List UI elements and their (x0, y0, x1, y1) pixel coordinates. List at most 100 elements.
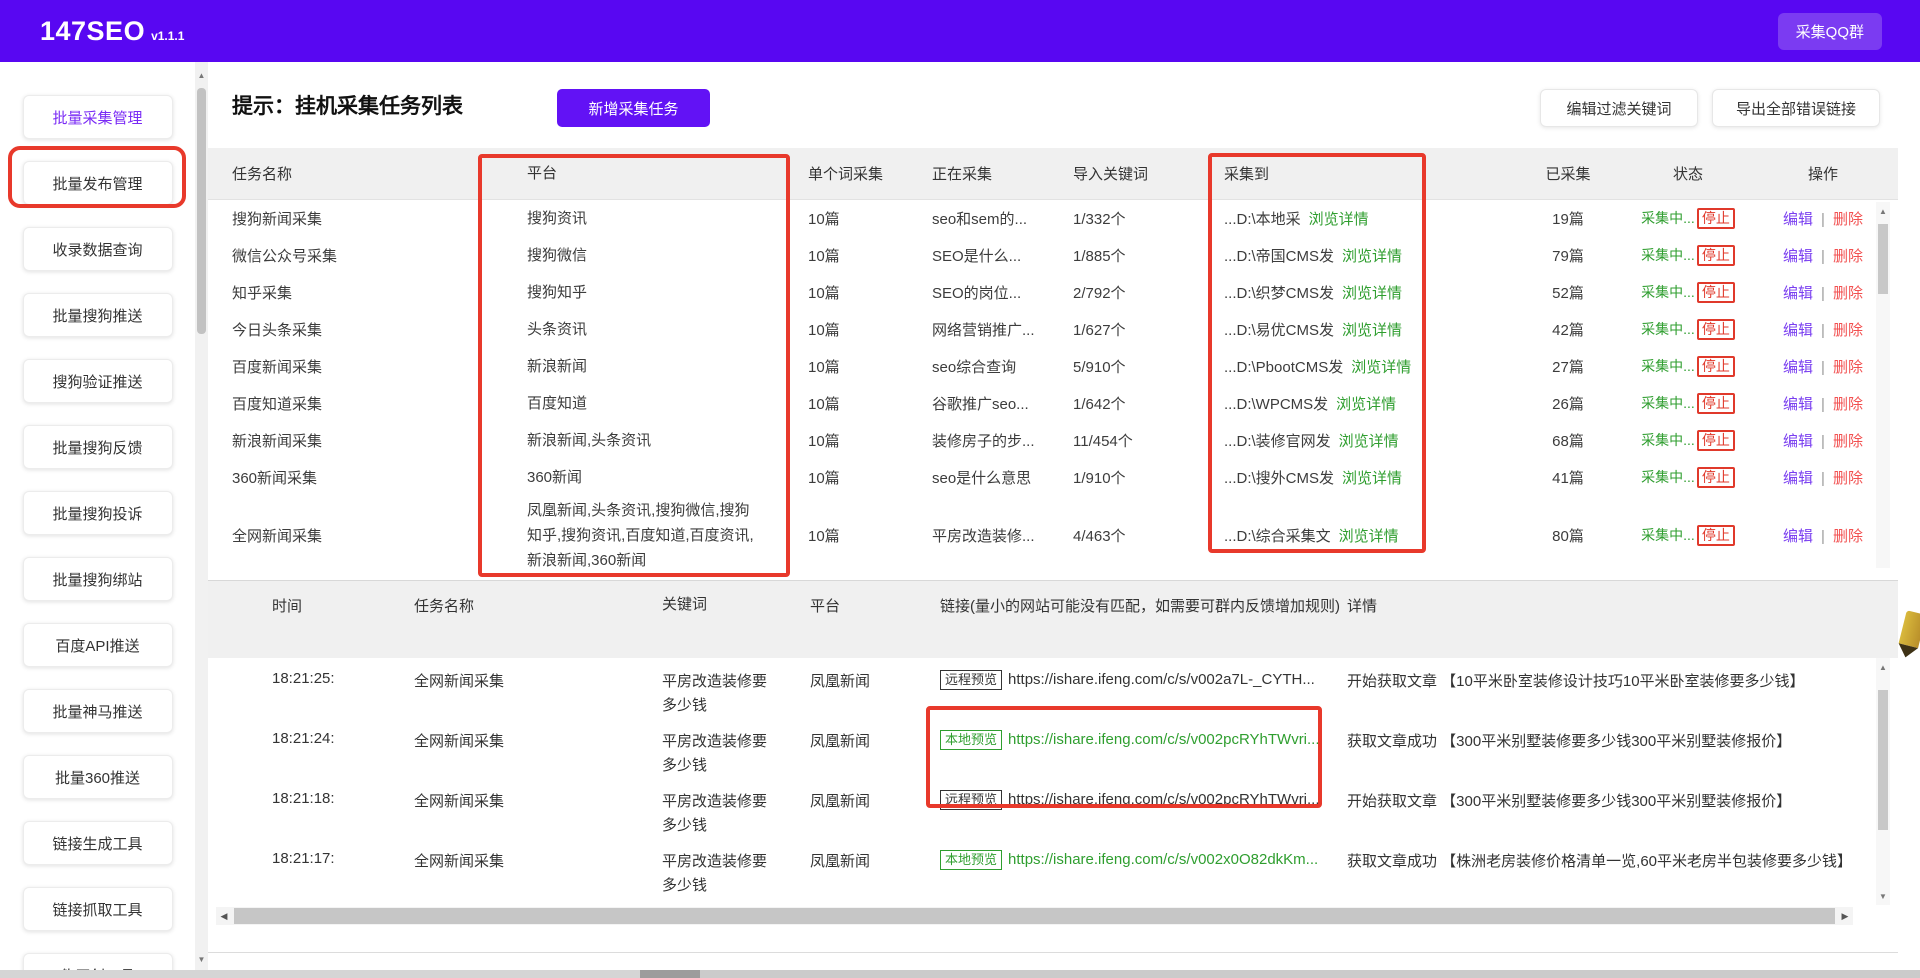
scrollbar-thumb[interactable] (1878, 690, 1888, 830)
view-details-link[interactable]: 浏览详情 (1339, 433, 1399, 450)
log-table-scrollbar[interactable]: ▲ ▼ (1876, 658, 1890, 905)
task-collecting-keyword: seo和sem的... (908, 208, 1049, 229)
sidebar-item[interactable]: 百度API推送 (23, 623, 173, 667)
view-details-link[interactable]: 浏览详情 (1339, 528, 1399, 545)
preview-tag-button[interactable]: 本地预览 (940, 850, 1002, 870)
view-details-link[interactable]: 浏览详情 (1351, 359, 1411, 376)
delete-link[interactable]: 删除 (1833, 433, 1863, 450)
task-table: 任务名称 平台 单个词采集 正在采集 导入关键词 采集到 已采集 状态 操作 搜… (208, 148, 1898, 575)
view-details-link[interactable]: 浏览详情 (1309, 211, 1369, 228)
log-url-link[interactable]: https://ishare.ifeng.com/c/s/v002a7L-_CY… (1008, 671, 1315, 688)
delete-link[interactable]: 删除 (1833, 285, 1863, 302)
scroll-down-icon[interactable]: ▼ (1876, 889, 1890, 903)
horizontal-scrollbar[interactable]: ◀ ▶ (216, 907, 1853, 925)
sidebar-item[interactable]: 批量搜狗投诉 (23, 491, 173, 535)
edit-link[interactable]: 编辑 (1783, 211, 1813, 228)
task-table-scrollbar[interactable]: ▲ (1876, 202, 1890, 568)
task-name: 百度知道采集 (208, 393, 503, 414)
content-vertical-scrollbar[interactable]: ▲ ▼ (195, 62, 208, 970)
stop-button[interactable]: 停止 (1697, 282, 1735, 303)
delete-link[interactable]: 删除 (1833, 396, 1863, 413)
log-col-time: 时间 (272, 593, 414, 621)
edit-filter-keywords-button[interactable]: 编辑过滤关键词 (1540, 89, 1698, 127)
scroll-left-icon[interactable]: ◀ (216, 907, 232, 925)
task-per-word-count: 10篇 (784, 245, 908, 266)
log-url-link[interactable]: https://ishare.ifeng.com/c/s/v002x0O82dk… (1008, 851, 1318, 868)
sidebar-item[interactable]: 批量发布管理 (23, 161, 173, 205)
sidebar-item[interactable]: 链接抓取工具 (23, 887, 173, 931)
view-details-link[interactable]: 浏览详情 (1342, 248, 1402, 265)
edit-link[interactable]: 编辑 (1783, 322, 1813, 339)
edit-link[interactable]: 编辑 (1783, 359, 1813, 376)
view-details-link[interactable]: 浏览详情 (1342, 470, 1402, 487)
edit-link[interactable]: 编辑 (1783, 396, 1813, 413)
stop-button[interactable]: 停止 (1697, 245, 1735, 266)
stop-button[interactable]: 停止 (1697, 467, 1735, 488)
stop-button[interactable]: 停止 (1697, 393, 1735, 414)
log-table-header: 时间 任务名称 关键词 平台 链接(量小的网站可能没有匹配，如需要可群内反馈增加… (208, 580, 1898, 658)
preview-tag-button[interactable]: 远程预览 (940, 670, 1002, 690)
delete-link[interactable]: 删除 (1833, 528, 1863, 545)
view-details-link[interactable]: 浏览详情 (1342, 285, 1402, 302)
edit-link[interactable]: 编辑 (1783, 470, 1813, 487)
scrollbar-thumb[interactable] (234, 908, 1835, 924)
add-task-button[interactable]: 新增采集任务 (557, 89, 710, 127)
sidebar-item[interactable]: 批量神马推送 (23, 689, 173, 733)
stop-button[interactable]: 停止 (1697, 208, 1735, 229)
stop-button[interactable]: 停止 (1697, 356, 1735, 377)
sidebar-item-label: 收录数据查询 (52, 239, 142, 260)
sidebar-item[interactable]: 批量搜狗绑站 (23, 557, 173, 601)
scroll-up-icon[interactable]: ▲ (1876, 204, 1890, 218)
preview-tag-button[interactable]: 远程预览 (940, 790, 1002, 810)
stop-button[interactable]: 停止 (1697, 319, 1735, 340)
task-name: 微信公众号采集 (208, 245, 503, 266)
scroll-up-icon[interactable]: ▲ (1876, 660, 1890, 674)
scroll-down-icon[interactable]: ▼ (195, 952, 208, 966)
edit-link[interactable]: 编辑 (1783, 528, 1813, 545)
edit-link[interactable]: 编辑 (1783, 433, 1813, 450)
edit-link[interactable]: 编辑 (1783, 248, 1813, 265)
action-separator: | (1821, 528, 1825, 545)
sidebar-item-label: 搜狗验证推送 (52, 371, 142, 392)
sidebar-item[interactable]: 链接生成工具 (23, 821, 173, 865)
action-separator: | (1821, 470, 1825, 487)
bottom-edge-strip (0, 970, 1920, 978)
sidebar-item[interactable]: 批量360推送 (23, 755, 173, 799)
stop-button[interactable]: 停止 (1697, 525, 1735, 546)
log-task-name: 全网新闻采集 (414, 850, 662, 871)
task-imported-keywords: 1/332个 (1049, 208, 1200, 229)
log-detail: 开始获取文章 【300平米别墅装修要多少钱300平米别墅装修报价】 (1347, 790, 1791, 811)
bottom-edge-segment (640, 970, 700, 978)
task-status-cell: 采集中...停止 (1628, 208, 1748, 229)
qq-group-button[interactable]: 采集QQ群 (1778, 13, 1882, 50)
delete-link[interactable]: 删除 (1833, 322, 1863, 339)
view-details-link[interactable]: 浏览详情 (1342, 322, 1402, 339)
log-url-link[interactable]: https://ishare.ifeng.com/c/s/v002pcRYhTW… (1008, 731, 1320, 748)
stop-button[interactable]: 停止 (1697, 430, 1735, 451)
sidebar-item[interactable]: 批量采集管理 (23, 95, 173, 139)
scrollbar-thumb[interactable] (1878, 224, 1888, 294)
task-table-row: 全网新闻采集 凤凰新闻,头条资讯,搜狗微信,搜狗知乎,搜狗资讯,百度知道,百度资… (208, 496, 1898, 575)
sidebar-item-label: 批量采集管理 (52, 107, 142, 128)
log-col-keyword: 关键词 (662, 593, 810, 617)
scrollbar-thumb[interactable] (197, 88, 206, 334)
scroll-right-icon[interactable]: ▶ (1837, 907, 1853, 925)
export-error-links-button[interactable]: 导出全部错误链接 (1712, 89, 1880, 127)
preview-tag-button[interactable]: 本地预览 (940, 730, 1002, 750)
task-collecting-keyword: seo是什么意思 (908, 467, 1049, 488)
delete-link[interactable]: 删除 (1833, 248, 1863, 265)
delete-link[interactable]: 删除 (1833, 359, 1863, 376)
sidebar-item[interactable]: 搜狗验证推送 (23, 359, 173, 403)
log-link-cell: 本地预览 https://ishare.ifeng.com/c/s/v002x0O… (940, 850, 1347, 870)
scroll-up-icon[interactable]: ▲ (195, 68, 208, 82)
log-url-link[interactable]: https://ishare.ifeng.com/c/s/v002pcRYhTW… (1008, 791, 1320, 808)
delete-link[interactable]: 删除 (1833, 470, 1863, 487)
delete-link[interactable]: 删除 (1833, 211, 1863, 228)
sidebar-item[interactable]: 批量搜狗推送 (23, 293, 173, 337)
view-details-link[interactable]: 浏览详情 (1336, 396, 1396, 413)
col-header-per-word: 单个词采集 (784, 163, 908, 184)
sidebar-item[interactable]: 收录数据查询 (23, 227, 173, 271)
task-destination-cell: ...D:\搜外CMS发浏览详情 (1200, 467, 1508, 488)
sidebar-item[interactable]: 批量搜狗反馈 (23, 425, 173, 469)
edit-link[interactable]: 编辑 (1783, 285, 1813, 302)
